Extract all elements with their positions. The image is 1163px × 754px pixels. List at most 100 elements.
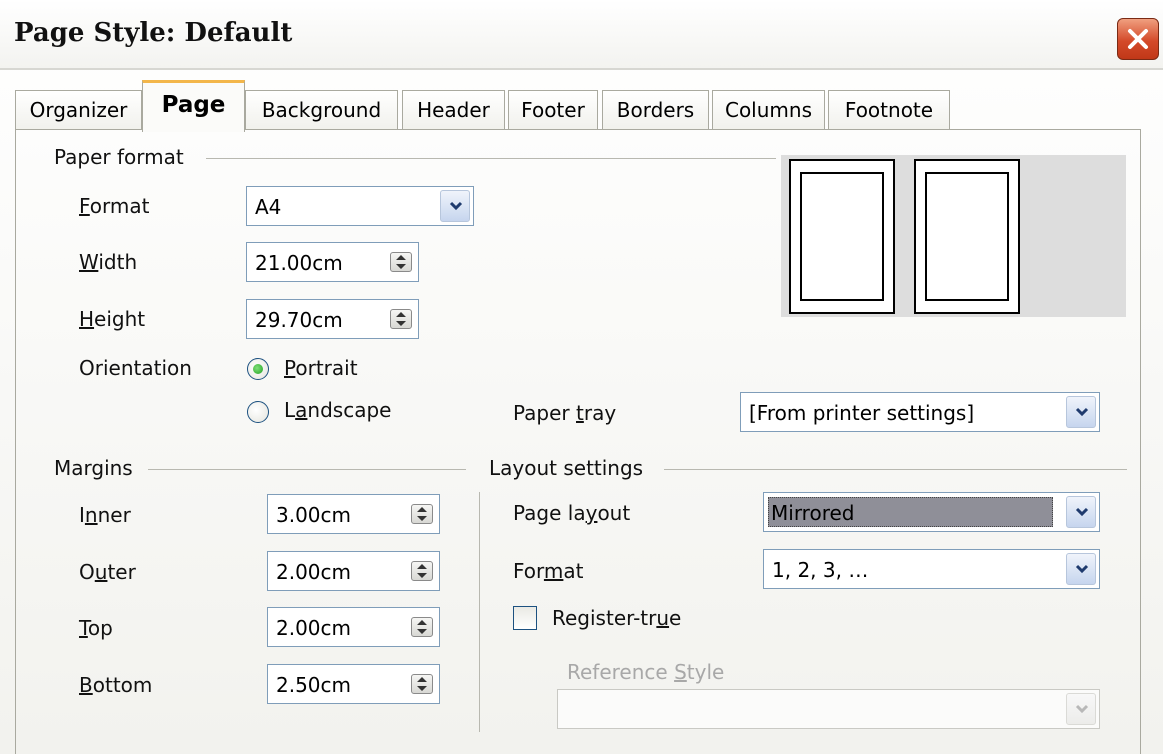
tab-columns[interactable]: Columns (712, 90, 825, 130)
register-true-label-mnemonic: u (656, 606, 670, 630)
height-label-mnemonic: H (79, 307, 95, 331)
spin-updown-icon (417, 677, 427, 691)
paper-tray-dropdown-button[interactable] (1066, 396, 1096, 428)
height-spinbox[interactable]: 29.70cm (246, 299, 419, 339)
top-margin-spinbox[interactable]: 2.00cm (267, 607, 440, 647)
format-label-rest: ormat (89, 194, 150, 218)
format-label-mnemonic: F (79, 194, 90, 218)
spin-updown-icon (417, 620, 427, 634)
format-dropdown-button[interactable] (440, 190, 470, 222)
tab-header[interactable]: Header (402, 90, 505, 130)
width-label-rest: idth (98, 250, 138, 274)
format-label: Format (79, 194, 149, 218)
portrait-label-rest: ortrait (295, 356, 358, 380)
tab-label: Organizer (29, 98, 128, 122)
top-label-rest: op (87, 616, 113, 640)
tab-organizer[interactable]: Organizer (15, 90, 142, 130)
height-label-rest: eight (94, 307, 146, 331)
landscape-radio[interactable] (247, 401, 269, 423)
paper-tray-dropdown[interactable]: [From printer settings] (740, 392, 1100, 432)
width-spin-button[interactable] (390, 252, 412, 272)
radio-selected-dot (253, 364, 263, 374)
spin-updown-icon (396, 312, 406, 326)
inner-spin-button[interactable] (411, 504, 433, 524)
chevron-down-icon (1075, 704, 1089, 714)
page-layout-value: Mirrored (771, 501, 855, 525)
outer-spin-button[interactable] (411, 561, 433, 581)
inner-label-mnemonic: n (84, 503, 98, 527)
top-margin-value: 2.00cm (276, 616, 352, 640)
paper-tray-label: Paper tray (513, 401, 616, 425)
numbering-format-dropdown[interactable]: 1, 2, 3, … (763, 549, 1100, 589)
layout-settings-heading: Layout settings (489, 456, 644, 480)
bottom-label-rest: ottom (92, 673, 153, 697)
close-button[interactable] (1117, 18, 1159, 60)
paper-tray-label-start: Paper (513, 401, 576, 425)
inner-margin-spinbox[interactable]: 3.00cm (267, 494, 440, 534)
width-label: Width (79, 250, 137, 274)
preview-right-margin (925, 172, 1009, 301)
height-label: Height (79, 307, 145, 331)
width-label-mnemonic: W (79, 250, 99, 274)
top-label-mnemonic: T (79, 616, 88, 640)
landscape-label[interactable]: Landscape (284, 398, 391, 422)
tab-footnote[interactable]: Footnote (828, 90, 950, 130)
chevron-down-icon (1075, 407, 1089, 417)
top-label: Top (79, 616, 113, 640)
inner-label: Inner (79, 503, 131, 527)
height-value: 29.70cm (255, 308, 343, 332)
width-spinbox[interactable]: 21.00cm (246, 242, 419, 282)
reference-style-dropdown-button[interactable] (1066, 693, 1096, 725)
tab-bar: Organizer Page Background Header Footer … (15, 80, 1145, 132)
format-dropdown[interactable]: A4 (246, 186, 474, 226)
numbering-format-dropdown-button[interactable] (1066, 553, 1096, 585)
page-layout-dropdown[interactable]: Mirrored (763, 492, 1100, 532)
dialog-title: Page Style: Default (14, 18, 293, 48)
landscape-label-rest: ndscape (307, 398, 392, 422)
tab-label: Borders (616, 98, 695, 122)
outer-label-start: O (79, 560, 95, 584)
portrait-radio[interactable] (247, 358, 269, 380)
numbering-format-value: 1, 2, 3, … (772, 558, 869, 582)
bottom-label: Bottom (79, 673, 152, 697)
tab-label: Background (261, 98, 382, 122)
page-tab-panel: Paper format Format A4 Width 21.00cm Hei… (15, 129, 1141, 754)
tab-label: Page (161, 92, 226, 118)
width-value: 21.00cm (255, 251, 343, 275)
bottom-label-mnemonic: B (79, 673, 93, 697)
register-true-checkbox[interactable] (513, 606, 537, 630)
bottom-margin-value: 2.50cm (276, 673, 352, 697)
page-preview (781, 155, 1126, 317)
tab-background[interactable]: Background (245, 90, 398, 130)
landscape-label-start: L (284, 398, 296, 422)
bottom-spin-button[interactable] (411, 674, 433, 694)
paper-format-heading: Paper format (54, 145, 184, 169)
outer-margin-spinbox[interactable]: 2.00cm (267, 551, 440, 591)
page-layout-label-start: Page la (513, 501, 586, 525)
title-bar[interactable]: Page Style: Default (0, 0, 1163, 70)
reference-style-label-mnemonic: S (674, 660, 687, 684)
tab-borders[interactable]: Borders (602, 90, 709, 130)
divider (664, 469, 1127, 470)
chevron-down-icon (1075, 564, 1089, 574)
paper-tray-label-rest: ray (583, 401, 617, 425)
inner-margin-value: 3.00cm (276, 503, 352, 527)
top-spin-button[interactable] (411, 617, 433, 637)
inner-label-rest: ner (97, 503, 131, 527)
reference-style-dropdown[interactable] (557, 689, 1100, 729)
margins-heading: Margins (54, 456, 133, 480)
height-spin-button[interactable] (390, 309, 412, 329)
format-value: A4 (255, 195, 282, 219)
paper-tray-label-mnemonic: t (576, 401, 584, 425)
layout-format-label-rest: at (563, 559, 584, 583)
outer-label: Outer (79, 560, 136, 584)
page-layout-label-rest: out (597, 501, 631, 525)
bottom-margin-spinbox[interactable]: 2.50cm (267, 664, 440, 704)
page-layout-dropdown-button[interactable] (1066, 496, 1096, 528)
tab-footer[interactable]: Footer (508, 90, 598, 130)
tab-page[interactable]: Page (142, 80, 245, 132)
portrait-label[interactable]: Portrait (284, 356, 358, 380)
reference-style-label-start: Reference (567, 660, 675, 684)
register-true-label[interactable]: Register-true (552, 606, 681, 630)
preview-right-page (914, 159, 1020, 314)
